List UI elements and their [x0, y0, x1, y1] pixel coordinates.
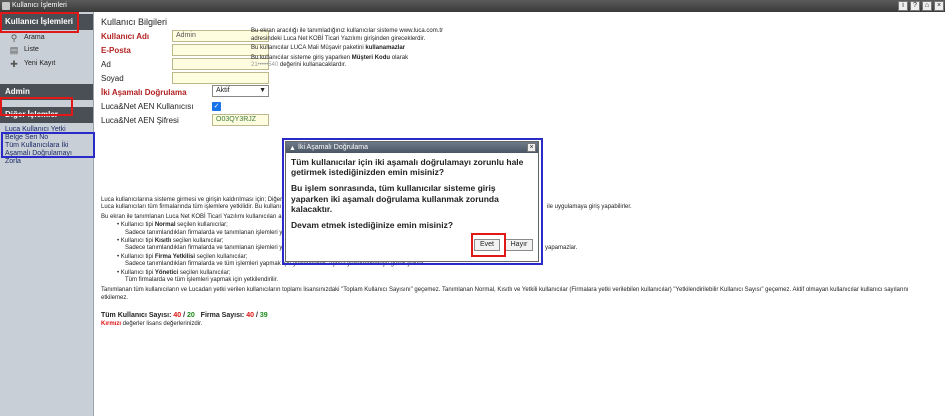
sidebar-item-search[interactable]: ⚲ Arama: [0, 32, 93, 44]
license-text: Tanımlanan tüm kullanıcıların ve Lucadan…: [101, 287, 909, 294]
type-normal-b: Normal: [154, 222, 176, 229]
type-yonetici-c: seçilen kullanıcılar;: [178, 269, 231, 276]
email-label: E-Posta: [101, 46, 131, 55]
no-button[interactable]: Hayır: [505, 239, 533, 251]
type-yonetici: • Kullanıcı tipi Yönetici seçilen kullan…: [117, 269, 231, 276]
dialog-line-1: Tüm kullanıcılar için iki aşamalı doğrul…: [291, 157, 524, 178]
home-icon[interactable]: ⌂: [922, 1, 932, 11]
license-note: Kırmızı değerler lisans değerlerinizdir.: [101, 321, 202, 327]
type-kisitli-b: Kısıtlı: [154, 238, 172, 245]
warning-icon: ▲: [289, 145, 296, 152]
dialog-titlebar: ▲ İki Aşamalı Doğrulama ×: [286, 142, 538, 153]
highlight-users-section: [0, 12, 79, 33]
sidebar-item-label: Arama: [24, 34, 45, 41]
license-counts: Tüm Kullanıcı Sayısı: 40 / 20 Firma Sayı…: [101, 312, 268, 319]
dialog-line-2: Bu işlem sonrasında, tüm kullanıcılar si…: [291, 183, 499, 214]
company-count-used: 40: [246, 312, 254, 319]
aen-user-label: Luca&Net AEN Kullanıcısı: [101, 102, 194, 111]
info-text-3d: değerini kullanacaklardır.: [278, 62, 347, 68]
type-kisitli-tail: yapamazlar.: [545, 245, 578, 252]
aen-password-label: Luca&Net AEN Şifresi: [101, 116, 179, 125]
sidebar-item-list[interactable]: ▤ Liste: [0, 44, 93, 56]
window-titlebar: Kullanıcı İşlemleri i ? ⌂ ×: [0, 0, 945, 12]
type-firma-a: Kullanıcı tipi: [120, 253, 155, 260]
help-line-2a: Luca kullanıcıları tüm firmalarında tüm …: [101, 204, 282, 211]
type-kisitli-d: Sadece tanımlandıkları firmalarda ve tan…: [125, 245, 283, 252]
info-text-3a: Bu kullanıcılar sisteme giriş yaparken: [251, 54, 352, 61]
type-normal-a: Kullanıcı tipi: [120, 222, 155, 229]
dialog-body: Tüm kullanıcılar için iki aşamalı doğrul…: [286, 153, 538, 240]
form-title: Kullanıcı Bilgileri: [101, 17, 168, 27]
type-kisitli-c: seçilen kullanıcılar;: [171, 238, 224, 245]
info-text-3b: Müşteri Kodu: [351, 54, 391, 61]
type-yonetici-b: Yönetici: [154, 269, 179, 276]
list-icon: ▤: [9, 45, 19, 55]
sidebar-item-label: Yeni Kayıt: [24, 60, 56, 67]
dialog-title: İki Aşamalı Doğrulama: [298, 144, 369, 151]
total-users-sep: /: [183, 312, 186, 319]
aen-user-checkbox[interactable]: ✓: [212, 102, 221, 111]
type-kisitli-a: Kullanıcı tipi: [120, 238, 155, 245]
info-text-2b: kullanamazlar: [365, 45, 406, 51]
info-icon[interactable]: i: [898, 1, 908, 11]
note-red: Kırmızı: [101, 321, 122, 327]
dialog-close-icon[interactable]: ×: [527, 143, 536, 152]
customer-code: 21•••••540: [251, 62, 279, 68]
app-icon: [2, 2, 10, 10]
company-count-label: Firma Sayısı:: [200, 312, 245, 319]
total-users-label: Tüm Kullanıcı Sayısı:: [101, 312, 172, 319]
highlight-yes-button: [471, 233, 506, 257]
username-label: Kullanıcı Adı: [101, 32, 150, 41]
help-icon[interactable]: ?: [910, 1, 920, 11]
close-icon[interactable]: ×: [934, 1, 944, 11]
window-title: Kullanıcı İşlemleri: [12, 2, 67, 9]
highlight-force-2fa-link: [1, 132, 95, 158]
info-text-3c: olarak: [390, 54, 409, 61]
help-line-2b: ile uygulamaya giriş yapabilirler.: [547, 204, 632, 211]
last-name-label: Soyad: [101, 74, 124, 83]
last-name-field[interactable]: [172, 72, 269, 84]
info-text-1: Bu ekran aracılığı ile tanımladığınız ku…: [251, 28, 444, 42]
type-firma-c: seçilen kullanıcılar;: [195, 253, 248, 260]
company-count-limit: 39: [259, 312, 268, 319]
license-text-2: etkilemez.: [101, 294, 129, 301]
sidebar-item-label: Liste: [24, 46, 39, 53]
type-normal-c: seçilen kullanıcılar;: [175, 222, 228, 229]
highlight-other-section: [0, 97, 73, 116]
info-panel: Bu ekran aracılığı ile tanımladığınız ku…: [251, 28, 451, 72]
aen-password-field[interactable]: O03QY3RJZ: [212, 114, 269, 126]
chevron-down-icon: ▼: [259, 87, 266, 94]
type-firma-b: Firma Yetkilisi: [154, 253, 196, 260]
two-factor-select[interactable]: Aktif ▼: [212, 85, 269, 97]
info-text-3: Bu kullanıcılar sisteme giriş yaparken M…: [251, 55, 451, 70]
info-text-2a: Bu kullanıcılar LUCA Mali Müşavir paketi…: [251, 45, 366, 51]
info-text-2: Bu kullanıcılar LUCA Mali Müşavir paketi…: [251, 45, 451, 53]
search-icon: ⚲: [10, 33, 18, 43]
two-factor-label: İki Aşamalı Doğrulama: [101, 88, 187, 97]
two-factor-value: Aktif: [216, 87, 230, 94]
sidebar: Kullanıcı İşlemleri ⚲ Arama ▤ Liste ✚ Ye…: [0, 12, 94, 416]
add-icon: ✚: [10, 59, 18, 69]
note-rest: değerler lisans değerlerinizdir.: [121, 321, 203, 327]
first-name-label: Ad: [101, 60, 111, 69]
type-yonetici-a: Kullanıcı tipi: [120, 269, 155, 276]
total-users-used: 40: [173, 312, 182, 319]
sidebar-item-new[interactable]: ✚ Yeni Kayıt: [0, 58, 93, 70]
total-users-limit: 20: [187, 312, 195, 319]
dialog-line-3: Devam etmek istediğinize emin misiniz?: [291, 220, 454, 231]
type-yonetici-desc: Tüm firmalarda ve tüm işlemleri yapmak i…: [125, 277, 279, 284]
company-count-sep: /: [255, 312, 258, 319]
